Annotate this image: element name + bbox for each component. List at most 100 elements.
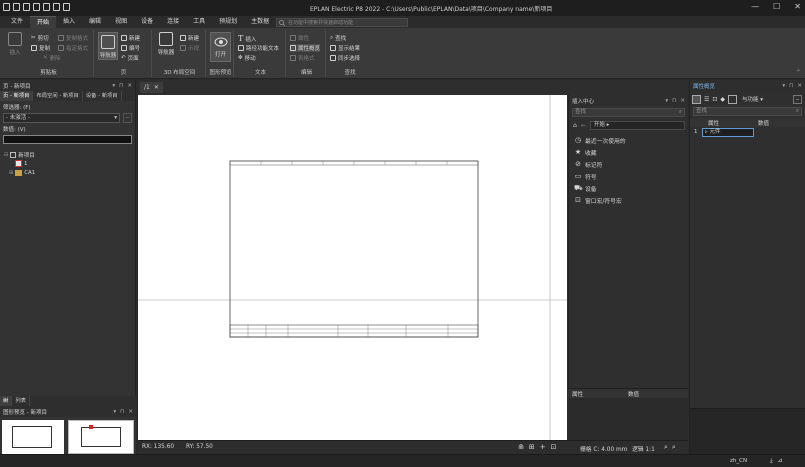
home-icon[interactable]: ⌂: [573, 122, 577, 129]
ortho-icon[interactable]: ⊡: [551, 443, 557, 451]
grid-snap-icon[interactable]: ⊞: [529, 443, 535, 451]
minimize-button[interactable]: —: [751, 2, 759, 11]
tree-item-ca1[interactable]: ⊞ CA1: [4, 168, 135, 177]
preview-thumbnail-1[interactable]: [2, 420, 64, 454]
pin-icon[interactable]: ⊓: [789, 83, 793, 89]
tree-item-page[interactable]: 1: [4, 159, 135, 168]
table-row[interactable]: 1 ▹ 元件: [690, 127, 805, 137]
export-icon[interactable]: [728, 94, 738, 104]
layout-new-button[interactable]: 新建: [180, 34, 199, 42]
properties-button[interactable]: 属性: [290, 34, 309, 42]
prop-overview-button[interactable]: 属性概览: [290, 44, 321, 52]
function-select[interactable]: 与功能 ▾: [742, 95, 763, 103]
panel-close-icon[interactable]: ✕: [797, 83, 802, 89]
prop-search-input[interactable]: 查找 ⌕: [693, 107, 802, 116]
open-file-icon[interactable]: [13, 3, 20, 11]
redo-icon[interactable]: [33, 3, 40, 11]
minus-button[interactable]: –: [793, 94, 802, 104]
group-icon[interactable]: ⊡: [712, 96, 717, 103]
list-icon[interactable]: ☰: [704, 96, 709, 103]
insert-search-input[interactable]: 查找 ⌕: [572, 108, 685, 117]
list-item-recent[interactable]: ◷ 最近一次使用的: [569, 134, 688, 146]
pin-icon[interactable]: ⊓: [119, 83, 123, 89]
row-value-cell[interactable]: ▹ 元件: [702, 127, 754, 137]
page-navigator-button[interactable]: 导航器: [98, 32, 118, 60]
color-icon[interactable]: ◆: [720, 96, 725, 103]
filter-select[interactable]: - 未激活 - ▾: [3, 113, 120, 123]
list-item-macros[interactable]: ⊡ 窗口宏/符号宏: [569, 194, 688, 206]
menu-tools[interactable]: 工具: [186, 16, 212, 28]
preview-thumbnail-2[interactable]: [68, 420, 134, 454]
list-item-markers[interactable]: ⊘ 标记符: [569, 158, 688, 170]
value-input[interactable]: [3, 135, 132, 144]
show-results-button[interactable]: 显示结果: [330, 44, 360, 52]
menu-connect[interactable]: 连接: [160, 16, 186, 28]
magnet-icon[interactable]: ⋒: [518, 443, 524, 451]
dropdown-icon[interactable]: ▾: [782, 83, 785, 89]
dropdown-icon[interactable]: ▾: [112, 83, 115, 89]
copy-button[interactable]: 复制: [31, 44, 50, 52]
tab-devices[interactable]: 设备 - 新项目: [83, 91, 122, 101]
tab-close-icon[interactable]: ✕: [154, 84, 159, 91]
ribbon-collapse-icon[interactable]: ⌃: [796, 69, 801, 76]
list-item-favorites[interactable]: ★ 收藏: [569, 146, 688, 158]
function-search-input[interactable]: 在功能中搜索并快速启动功能: [276, 18, 408, 27]
panel-close-icon[interactable]: ✕: [128, 409, 133, 415]
insert-breadcrumb[interactable]: 开始 ▸: [589, 120, 685, 130]
panel-close-icon[interactable]: ✕: [127, 83, 132, 89]
zoom-out-icon[interactable]: ⌕: [664, 443, 668, 452]
layout-navigator-button[interactable]: 导航器: [156, 32, 176, 56]
refresh-icon[interactable]: [63, 3, 70, 11]
layout-display-button[interactable]: 示视: [180, 44, 199, 52]
menu-preplanning[interactable]: 预规划: [212, 16, 244, 28]
list-item-symbols[interactable]: ▭ 符号: [569, 170, 688, 182]
paste-button[interactable]: 插入: [6, 32, 24, 56]
find-button[interactable]: ⌕ 查找: [330, 34, 346, 43]
sync-selection-button[interactable]: 同步选择: [330, 54, 360, 62]
save-icon[interactable]: [43, 3, 50, 11]
download-icon[interactable]: ⤓: [770, 457, 773, 465]
dropdown-icon[interactable]: ▾: [113, 409, 116, 415]
doc-tab-page-1[interactable]: /1 ✕: [140, 82, 163, 93]
menu-edit[interactable]: 编辑: [82, 16, 108, 28]
cut-button[interactable]: ✂ 剪切: [31, 34, 49, 42]
list-item-devices[interactable]: ⛟ 设备: [569, 182, 688, 194]
close-button[interactable]: ✕: [794, 2, 801, 11]
tab-tree[interactable]: 树: [0, 396, 13, 406]
text-autofit-button[interactable]: 路径功能文本: [238, 44, 279, 52]
pin-icon[interactable]: ⊓: [120, 409, 124, 415]
menu-device[interactable]: 设备: [134, 16, 160, 28]
paste-format-button[interactable]: 指定格式: [58, 44, 88, 52]
delete-button[interactable]: ✕ 删除: [43, 54, 61, 62]
panel-close-icon[interactable]: ✕: [680, 98, 685, 104]
dropdown-icon[interactable]: ▾: [665, 98, 668, 104]
copy-format-button[interactable]: 复制格式: [58, 34, 88, 42]
undo-icon[interactable]: [23, 3, 30, 11]
menu-file[interactable]: 文件: [4, 16, 30, 28]
page-back-button[interactable]: ↶ 页面: [121, 54, 139, 62]
menu-view[interactable]: 视图: [108, 16, 134, 28]
tab-list[interactable]: 列表: [12, 396, 30, 406]
text-insert-button[interactable]: T 插入: [238, 34, 256, 43]
print-icon[interactable]: [53, 3, 60, 11]
page-new-button[interactable]: 新建: [121, 34, 140, 42]
menu-start[interactable]: 开始: [30, 16, 57, 28]
tree-item-project[interactable]: ⊟ 新项目: [4, 150, 135, 159]
tab-pages[interactable]: 页 - 新项目: [0, 91, 34, 101]
page-number-button[interactable]: 编号: [121, 44, 140, 52]
menu-insert[interactable]: 插入: [56, 16, 82, 28]
text-move-button[interactable]: ✥ 移动: [238, 54, 256, 62]
maximize-button[interactable]: ☐: [773, 2, 780, 11]
menu-master-data[interactable]: 主数据: [244, 16, 276, 28]
filter-toggle-icon[interactable]: [692, 94, 701, 104]
drawing-canvas[interactable]: [138, 95, 567, 440]
resize-icon[interactable]: ⊿: [778, 457, 783, 465]
table-format-button[interactable]: 表格式: [290, 54, 315, 62]
crosshair-icon[interactable]: +: [540, 443, 546, 451]
tab-layout-space[interactable]: 布局空间 - 新项目: [33, 91, 83, 101]
filter-more-button[interactable]: ...: [123, 113, 132, 123]
new-file-icon[interactable]: [3, 3, 10, 11]
zoom-in-icon[interactable]: ⌕: [672, 443, 676, 452]
preview-open-button[interactable]: 打开: [210, 32, 231, 62]
pin-icon[interactable]: ⊓: [672, 98, 676, 104]
